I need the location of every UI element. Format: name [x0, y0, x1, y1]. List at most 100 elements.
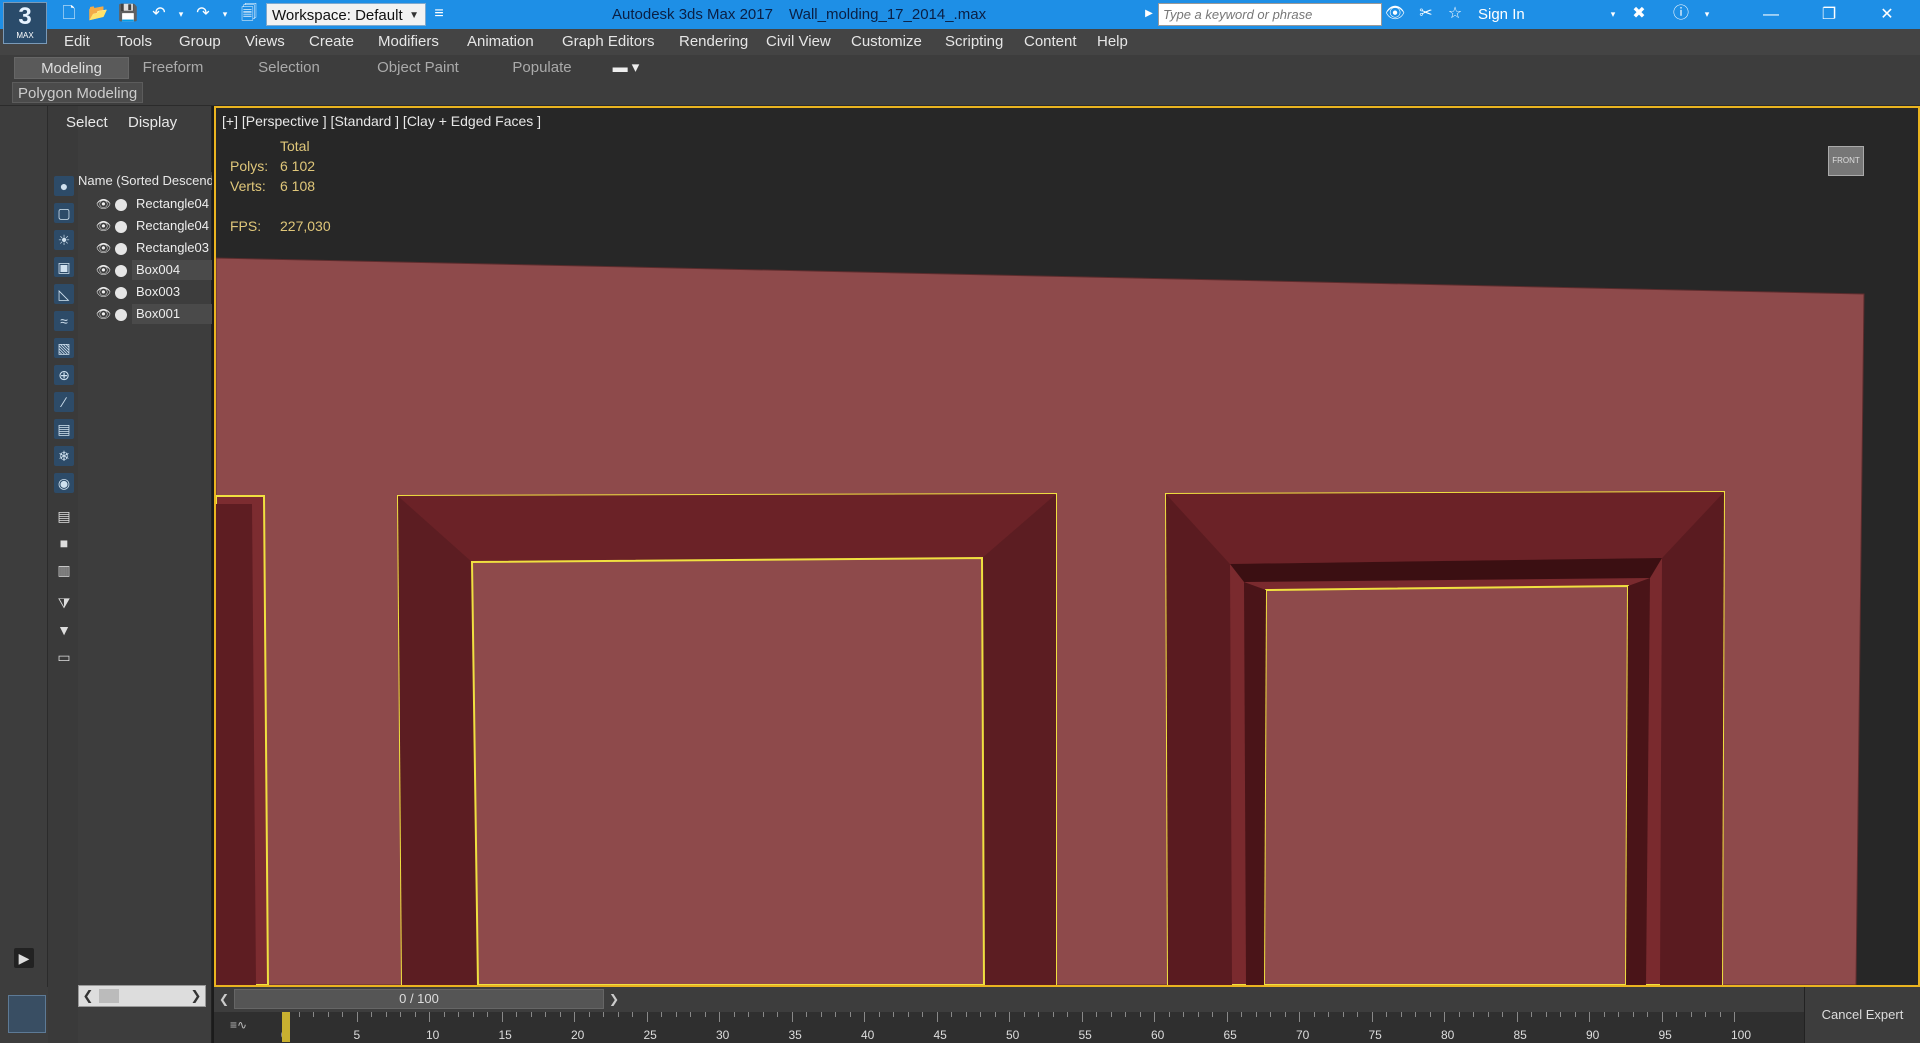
- menu-modifiers[interactable]: Modifiers: [378, 29, 439, 55]
- list-item[interactable]: 👁 Rectangle04: [96, 216, 212, 236]
- save-file-icon[interactable]: 💾: [117, 3, 139, 25]
- help-icon[interactable]: ⓘ: [1670, 3, 1692, 25]
- freeze-icon[interactable]: [115, 287, 127, 299]
- visibility-eye-icon[interactable]: 👁: [96, 282, 112, 302]
- helpers-filter-icon[interactable]: ◺: [54, 284, 74, 304]
- polygon-modeling-panel[interactable]: Polygon Modeling: [12, 82, 144, 103]
- xrefs-filter-icon[interactable]: ⊕: [54, 365, 74, 385]
- cameras-filter-icon[interactable]: ▣: [54, 257, 74, 277]
- tab-selection[interactable]: Selection: [248, 57, 330, 79]
- tab-freeform[interactable]: Freeform: [132, 57, 214, 79]
- menu-content[interactable]: Content: [1024, 29, 1077, 55]
- sign-in-button[interactable]: Sign In: [1478, 0, 1525, 29]
- time-slider[interactable]: 0 / 100: [234, 989, 604, 1009]
- list-item[interactable]: 👁 Rectangle03: [96, 238, 212, 258]
- sign-in-dropdown-icon[interactable]: ▾: [1602, 3, 1624, 25]
- visibility-eye-icon[interactable]: 👁: [96, 304, 112, 324]
- list-item[interactable]: 👁 Box003: [96, 282, 212, 302]
- close-icon[interactable]: ✕: [1864, 0, 1910, 29]
- tab-object-paint[interactable]: Object Paint: [370, 57, 466, 79]
- menu-civil-view[interactable]: Civil View: [766, 29, 831, 55]
- menu-tools[interactable]: Tools: [117, 29, 152, 55]
- freeze-icon[interactable]: [115, 243, 127, 255]
- time-next-icon[interactable]: ❯: [606, 989, 622, 1009]
- visibility-eye-icon[interactable]: 👁: [96, 238, 112, 258]
- containers-filter-icon[interactable]: ▤: [54, 419, 74, 439]
- time-prev-icon[interactable]: ❮: [216, 989, 232, 1009]
- list-item[interactable]: 👁 Box004: [96, 260, 212, 280]
- redo-icon[interactable]: ↷: [192, 3, 214, 25]
- tab-populate[interactable]: Populate: [500, 57, 584, 79]
- redo-dropdown-icon[interactable]: ▾: [214, 3, 236, 25]
- menu-views[interactable]: Views: [245, 29, 285, 55]
- list-item[interactable]: 👁 Rectangle04: [96, 194, 212, 214]
- lights-filter-icon[interactable]: ☀: [54, 230, 74, 250]
- viewport-swatch[interactable]: [8, 995, 46, 1033]
- menu-scripting[interactable]: Scripting: [945, 29, 1003, 55]
- name-column-header[interactable]: Name (Sorted Descending): [78, 172, 212, 190]
- invert-display-icon[interactable]: ▥: [54, 560, 74, 580]
- display-none-icon[interactable]: ■: [54, 533, 74, 553]
- visibility-eye-icon[interactable]: 👁: [96, 260, 112, 280]
- geometry-filter-icon[interactable]: ●: [54, 176, 74, 196]
- visibility-eye-icon[interactable]: 👁: [96, 216, 112, 236]
- visibility-eye-icon[interactable]: 👁: [96, 194, 112, 214]
- scroll-right-icon[interactable]: ❯: [187, 986, 205, 1006]
- menu-create[interactable]: Create: [309, 29, 354, 55]
- menu-animation[interactable]: Animation: [467, 29, 534, 55]
- layer-icon[interactable]: ▭: [54, 647, 74, 667]
- frozen-filter-icon[interactable]: ❄: [54, 446, 74, 466]
- freeze-icon[interactable]: [115, 265, 127, 277]
- bones-filter-icon[interactable]: ∕: [54, 392, 74, 412]
- curve-editor-icon[interactable]: ≡∿: [230, 1018, 247, 1032]
- binoculars-icon[interactable]: 👁: [1384, 3, 1406, 25]
- menu-customize[interactable]: Customize: [851, 29, 922, 55]
- display-all-icon[interactable]: ▤: [54, 506, 74, 526]
- shapes-filter-icon[interactable]: ▢: [54, 203, 74, 223]
- restore-icon[interactable]: ❐: [1806, 0, 1852, 29]
- new-file-icon[interactable]: 🗋: [58, 3, 80, 25]
- expand-search-icon[interactable]: ▶: [1138, 3, 1160, 25]
- filter-icon[interactable]: ▼: [54, 620, 74, 640]
- app-logo-button[interactable]: 3 MAX: [3, 2, 47, 44]
- freeze-icon[interactable]: [115, 221, 127, 233]
- track-bar[interactable]: ≡∿ 0510152025303540455055606570758085909…: [214, 1012, 1804, 1043]
- scroll-thumb[interactable]: [99, 989, 119, 1003]
- viewport-label[interactable]: [+] [Perspective ] [Standard ] [Clay + E…: [222, 113, 541, 129]
- favorites-star-icon[interactable]: ☆: [1444, 3, 1466, 25]
- communication-center-icon[interactable]: ✂: [1415, 3, 1437, 25]
- autodesk-exchange-icon[interactable]: ✖: [1628, 3, 1650, 25]
- menu-edit[interactable]: Edit: [64, 29, 90, 55]
- explorer-tab-select[interactable]: Select: [66, 114, 108, 131]
- undo-icon[interactable]: ↶: [148, 3, 170, 25]
- help-dropdown-icon[interactable]: ▾: [1696, 3, 1718, 25]
- menu-graph-editors[interactable]: Graph Editors: [562, 29, 655, 55]
- workspace-dropdown[interactable]: Workspace: Default ▼: [266, 3, 426, 26]
- explorer-tab-display[interactable]: Display: [128, 114, 177, 131]
- space-warps-filter-icon[interactable]: ≈: [54, 311, 74, 331]
- menu-help[interactable]: Help: [1097, 29, 1128, 55]
- filter-settings-icon[interactable]: ⧩: [54, 593, 74, 613]
- perspective-viewport[interactable]: [+] [Perspective ] [Standard ] [Clay + E…: [214, 106, 1920, 987]
- cancel-expert-mode-button[interactable]: Cancel Expert Mode: [1804, 987, 1920, 1043]
- hidden-filter-icon[interactable]: ◉: [54, 473, 74, 493]
- viewcube[interactable]: FRONT: [1828, 146, 1864, 176]
- open-file-icon[interactable]: 📂: [87, 3, 109, 25]
- freeze-icon[interactable]: [115, 309, 127, 321]
- play-icon[interactable]: ▶: [14, 948, 34, 968]
- quick-access-menu-icon[interactable]: ≡: [428, 3, 450, 25]
- groups-filter-icon[interactable]: ▧: [54, 338, 74, 358]
- list-item[interactable]: 👁 Box001: [96, 304, 212, 324]
- project-folder-icon[interactable]: 🗐: [238, 3, 260, 25]
- search-input[interactable]: Type a keyword or phrase: [1158, 3, 1382, 26]
- minimize-icon[interactable]: —: [1748, 0, 1794, 29]
- time-cursor[interactable]: [282, 1012, 290, 1042]
- tab-modeling[interactable]: Modeling: [14, 57, 129, 79]
- freeze-icon[interactable]: [115, 199, 127, 211]
- explorer-horizontal-scrollbar[interactable]: ❮ ❯: [78, 985, 206, 1007]
- menu-group[interactable]: Group: [179, 29, 221, 55]
- menu-rendering[interactable]: Rendering: [679, 29, 748, 55]
- scroll-left-icon[interactable]: ❮: [79, 986, 97, 1006]
- undo-dropdown-icon[interactable]: ▾: [170, 3, 192, 25]
- ribbon-options-icon[interactable]: ▬ ▾: [608, 57, 644, 79]
